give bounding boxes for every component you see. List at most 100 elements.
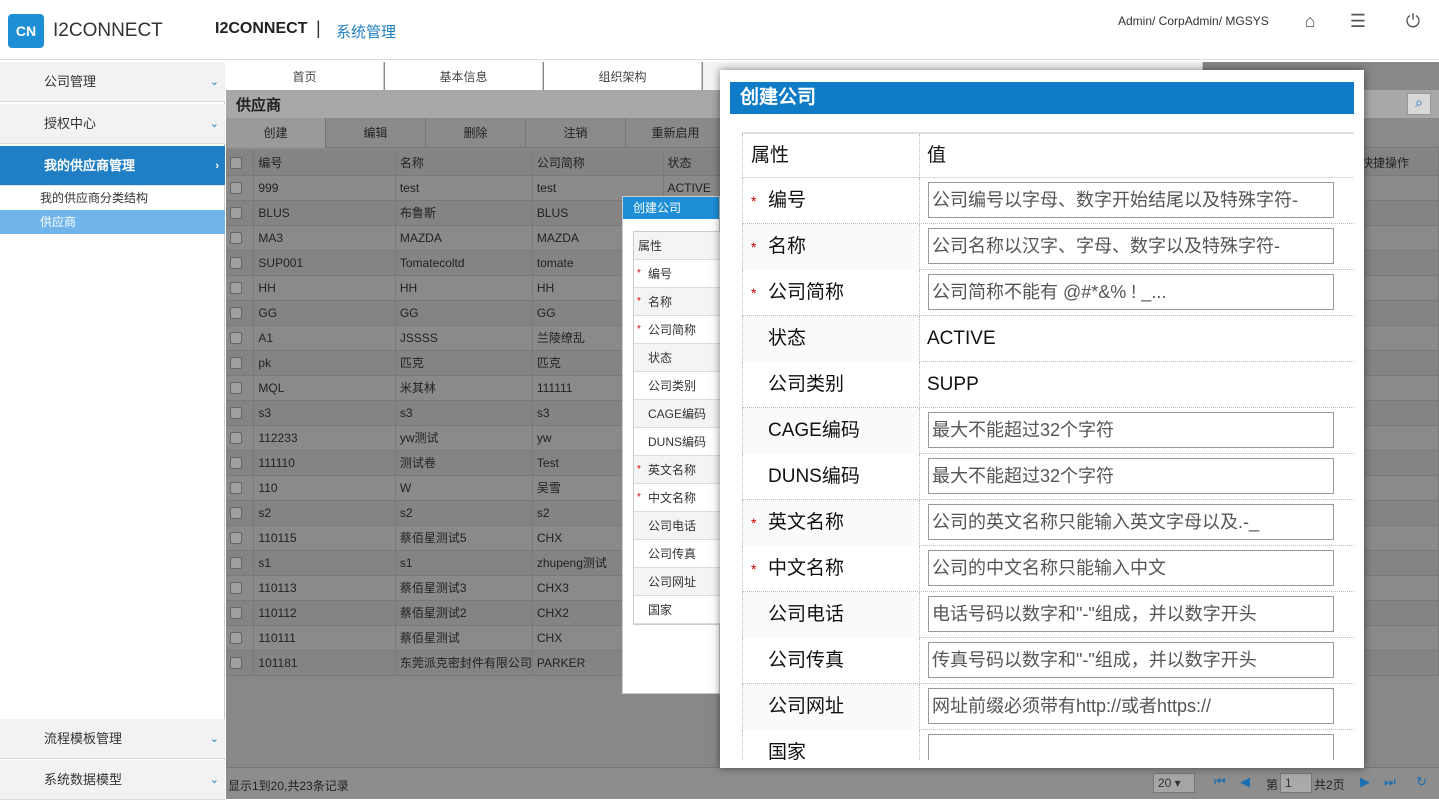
row-checkbox[interactable] [230,457,242,470]
power-icon[interactable]: ⏻ [1402,10,1424,32]
field-input[interactable] [928,734,1334,760]
sidebar-subitem-supplier-category-structure[interactable]: 我的供应商分类结构 [0,186,225,210]
sidebar-item-system-data-model[interactable]: 系统数据模型 ⌄ [0,760,225,800]
sidebar-item-company-management[interactable]: 公司管理 ⌄ [0,62,225,102]
search-icon[interactable]: ⌕ [1407,93,1431,115]
table-cell: W [395,475,533,501]
row-checkbox[interactable] [230,407,242,420]
row-checkbox-cell[interactable] [226,625,255,651]
row-checkbox[interactable] [230,632,242,645]
next-page-icon[interactable]: ▶ [1360,774,1370,790]
edit-button[interactable]: 编辑 [326,118,426,148]
row-checkbox[interactable] [230,232,242,245]
field-input[interactable]: 公司的中文名称只能输入中文 [928,550,1334,586]
reactivate-button[interactable]: 重新启用 [626,118,726,148]
row-checkbox-cell[interactable] [226,600,255,626]
create-button[interactable]: 创建 [226,118,326,148]
tab-org-structure[interactable]: 组织架构 [544,62,702,90]
table-cell: 110111 [253,625,396,651]
row-checkbox-cell[interactable] [226,350,255,376]
field-label: 名称 [648,295,673,309]
row-checkbox-cell[interactable] [226,475,255,501]
row-checkbox[interactable] [230,657,242,670]
first-page-icon[interactable]: ⏮ [1214,774,1226,790]
table-cell: BLUS [253,200,396,226]
field-label: 公司传真 [648,547,697,561]
row-checkbox-cell[interactable] [226,250,255,276]
row-checkbox[interactable] [230,357,242,370]
sidebar-subitem-supplier[interactable]: 供应商 [0,210,225,234]
row-checkbox-cell[interactable] [226,550,255,576]
page-prefix: 第 [1266,778,1279,792]
field-input[interactable]: 最大不能超过32个字符 [928,458,1334,494]
row-checkbox[interactable] [230,282,242,295]
row-checkbox[interactable] [230,432,242,445]
row-checkbox[interactable] [230,532,242,545]
field-input[interactable]: 公司简称不能有 @#*&% ! _... [928,274,1334,310]
menu-list-icon[interactable]: ☰ [1347,10,1369,32]
row-checkbox[interactable] [230,182,242,195]
dialog-field-row: 属性 [634,232,720,260]
delete-button[interactable]: 删除 [426,118,526,148]
row-checkbox-cell[interactable] [226,200,255,226]
tab-basic-info[interactable]: 基本信息 [385,62,543,90]
row-checkbox-cell[interactable] [226,400,255,426]
field-label-cell: CAGE编码 [742,408,920,454]
app-subtitle[interactable]: 系统管理 [336,21,396,42]
row-checkbox-cell[interactable] [226,225,255,251]
field-input[interactable]: 最大不能超过32个字符 [928,412,1334,448]
table-cell: 蔡佰星测试2 [395,600,533,626]
home-icon[interactable]: ⌂ [1299,10,1321,32]
sidebar-item-process-template-management[interactable]: 流程模板管理 ⌄ [0,719,225,759]
field-input[interactable]: 电话号码以数字和"-"组成，并以数字开头 [928,596,1334,632]
row-checkbox-cell[interactable] [226,450,255,476]
form-header-row: 属性 值 [742,134,1354,178]
row-checkbox-cell[interactable] [226,525,255,551]
row-checkbox[interactable] [230,607,242,620]
prev-page-icon[interactable]: ◀ [1240,774,1250,790]
sidebar-item-my-supplier-management[interactable]: 我的供应商管理 › [0,146,225,186]
field-input[interactable]: 网址前缀必须带有http://或者https:// [928,688,1334,724]
row-checkbox-cell[interactable] [226,425,255,451]
dialog-field-row: 状态 [634,344,720,372]
field-input[interactable]: 公司名称以汉字、字母、数字以及特殊字符- [928,228,1334,264]
field-label: CAGE编码 [648,407,707,421]
refresh-icon[interactable]: ↻ [1416,774,1427,790]
user-info: Admin/ CorpAdmin/ MGSYS [1118,14,1269,28]
row-checkbox[interactable] [230,332,242,345]
sidebar-item-authorization-center[interactable]: 授权中心 ⌄ [0,104,225,144]
field-input[interactable]: 公司的英文名称只能输入英文字母以及.-_ [928,504,1334,540]
last-page-icon[interactable]: ⏭ [1384,774,1396,790]
form-row: * 名称 公司名称以汉字、字母、数字以及特殊字符- [742,224,1354,270]
row-checkbox[interactable] [230,507,242,520]
row-checkbox-cell[interactable] [226,325,255,351]
row-checkbox-cell[interactable] [226,575,255,601]
row-checkbox[interactable] [230,582,242,595]
row-checkbox-cell[interactable] [226,300,255,326]
row-checkbox[interactable] [230,482,242,495]
row-checkbox-cell[interactable] [226,175,255,201]
select-all-checkbox[interactable] [230,157,242,170]
field-label: 名称 [768,236,807,257]
table-cell: 101181 [253,650,396,676]
field-label-cell: 国家 [742,730,920,760]
row-checkbox[interactable] [230,557,242,570]
row-checkbox-cell[interactable] [226,375,255,401]
row-checkbox[interactable] [230,257,242,270]
page-size-select[interactable]: 20 ▾ [1153,773,1195,793]
field-label: 状态 [768,328,807,349]
select-all-checkbox-cell[interactable] [226,150,255,176]
sidebar: 公司管理 ⌄ 授权中心 ⌄ 我的供应商管理 › 我的供应商分类结构 供应商 流程… [0,62,225,800]
page-number-input[interactable]: 1 [1280,773,1312,793]
field-input[interactable]: 公司编号以字母、数字开始结尾以及特殊字符- [928,182,1334,218]
field-input[interactable]: 传真号码以数字和"-"组成，并以数字开头 [928,642,1334,678]
row-checkbox[interactable] [230,382,242,395]
row-checkbox[interactable] [230,307,242,320]
deactivate-button[interactable]: 注销 [526,118,626,148]
row-checkbox-cell[interactable] [226,275,255,301]
row-checkbox-cell[interactable] [226,650,255,676]
row-checkbox[interactable] [230,207,242,220]
tab-home[interactable]: 首页 [226,62,384,90]
field-label-cell: 公司传真 [742,638,920,684]
row-checkbox-cell[interactable] [226,500,255,526]
